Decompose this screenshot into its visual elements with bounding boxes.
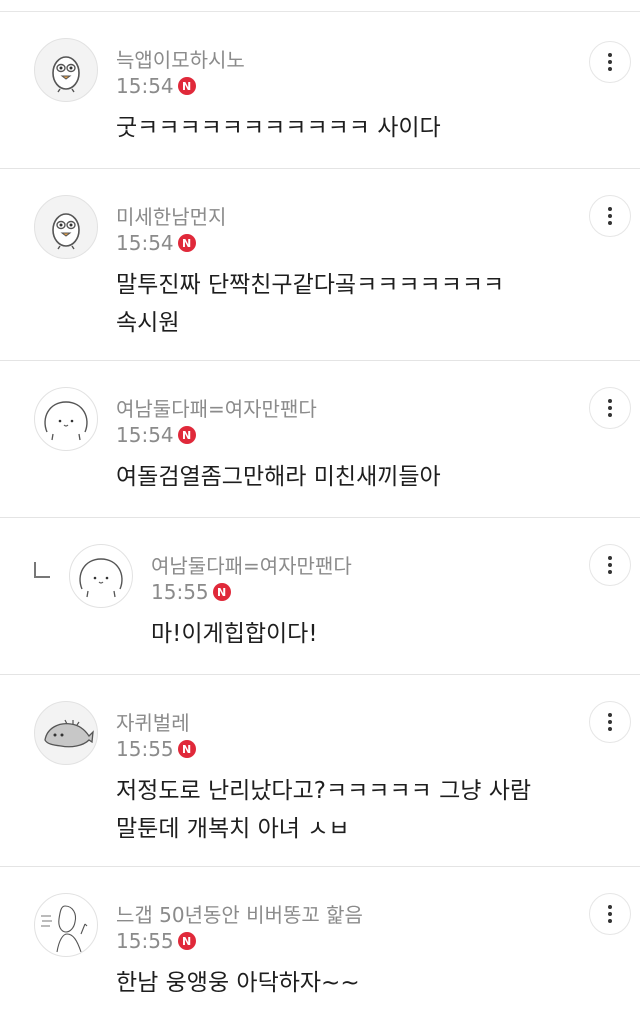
- sketch-avatar-icon: [41, 905, 88, 953]
- new-badge: N: [177, 740, 196, 758]
- more-vertical-icon: [608, 53, 612, 57]
- comment-text: 말투진짜 단짝친구같다곸ㅋㅋㅋㅋㅋㅋㅋ 속시원: [116, 266, 504, 342]
- comment-line: 저정도로 난리났다고?ㅋㅋㅋㅋㅋ 그냥 사람: [116, 778, 532, 804]
- more-vertical-icon: [608, 713, 612, 717]
- new-badge: N: [177, 77, 196, 95]
- comment-line: 말투진짜 단짝친구같다곸ㅋㅋㅋㅋㅋㅋㅋ: [116, 272, 505, 298]
- more-vertical-icon: [608, 905, 612, 909]
- comment-list: 늑앱이모하시노 15:54 N 굿ㅋㅋㅋㅋㅋㅋㅋㅋㅋㅋㅋ 사이다 미세한남먼지 …: [0, 0, 640, 1021]
- comment-time: 15:54: [116, 231, 174, 255]
- new-badge: N: [177, 426, 196, 444]
- comment-item: 여남둘다패=여자만팬다 15:54 N 여돌검열좀그만해라 미친새끼들아: [0, 361, 640, 518]
- comment-time: 15:54: [116, 74, 174, 98]
- comment-meta: 15:54 N: [116, 74, 196, 98]
- more-dot: [608, 570, 612, 574]
- more-options-button[interactable]: [589, 41, 631, 83]
- more-vertical-icon: [608, 556, 612, 560]
- comment-item: 미세한남먼지 15:54 N 말투진짜 단짝친구같다곸ㅋㅋㅋㅋㅋㅋㅋ 속시원: [0, 169, 640, 361]
- comment-text: 저정도로 난리났다고?ㅋㅋㅋㅋㅋ 그냥 사람 말툰데 개복치 아녀 ㅅㅂ: [116, 772, 531, 848]
- comment-line: 굿ㅋㅋㅋㅋㅋㅋㅋㅋㅋㅋㅋ 사이다: [116, 115, 441, 141]
- avatar[interactable]: [34, 893, 98, 957]
- more-dot: [608, 221, 612, 225]
- comment-nickname[interactable]: 느갭 50년동안 비버똥꼬 핥음: [116, 899, 363, 928]
- comment-meta: 15:55 N: [151, 580, 231, 604]
- comment-text: 굿ㅋㅋㅋㅋㅋㅋㅋㅋㅋㅋㅋ 사이다: [116, 109, 441, 147]
- new-badge: N: [177, 932, 196, 950]
- blob-avatar-icon: [79, 558, 123, 598]
- comment-line: 말툰데 개복치 아녀 ㅅㅂ: [116, 816, 350, 842]
- comment-nickname[interactable]: 여남둘다패=여자만팬다: [151, 550, 352, 579]
- new-badge: N: [177, 234, 196, 252]
- more-dot: [608, 919, 612, 923]
- avatar[interactable]: [34, 387, 98, 451]
- comment-time: 15:54: [116, 423, 174, 447]
- comment-line: 마!이게힙합이다!: [151, 621, 318, 647]
- comment-time: 15:55: [116, 737, 174, 761]
- reply-arrow-icon: [34, 562, 50, 578]
- comment-time: 15:55: [151, 580, 209, 604]
- comment-nickname[interactable]: 미세한남먼지: [116, 201, 226, 230]
- avatar[interactable]: [34, 701, 98, 765]
- more-options-button[interactable]: [589, 893, 631, 935]
- new-badge: N: [212, 583, 231, 601]
- fish-avatar-icon: [44, 719, 94, 748]
- avatar[interactable]: [34, 38, 98, 102]
- more-dot: [608, 413, 612, 417]
- comment-line: 속시원: [116, 310, 180, 336]
- comment-meta: 15:55 N: [116, 737, 196, 761]
- comment-item: 자퀴벌레 15:55 N 저정도로 난리났다고?ㅋㅋㅋㅋㅋ 그냥 사람 말툰데 …: [0, 675, 640, 867]
- more-dot: [608, 912, 612, 916]
- comment-nickname[interactable]: 늑앱이모하시노: [116, 44, 245, 73]
- comment-meta: 15:54 N: [116, 231, 196, 255]
- more-dot: [608, 406, 612, 410]
- more-dot: [608, 727, 612, 731]
- more-vertical-icon: [608, 399, 612, 403]
- more-vertical-icon: [608, 207, 612, 211]
- more-options-button[interactable]: [589, 544, 631, 586]
- comment-item: 느갭 50년동안 비버똥꼬 핥음 15:55 N 한남 웅앵웅 아닥하자~~: [0, 867, 640, 1021]
- comment-nickname[interactable]: 여남둘다패=여자만팬다: [116, 393, 317, 422]
- comment-text: 한남 웅앵웅 아닥하자~~: [116, 964, 360, 1002]
- blob-avatar-icon: [44, 401, 88, 441]
- comment-item: 늑앱이모하시노 15:54 N 굿ㅋㅋㅋㅋㅋㅋㅋㅋㅋㅋㅋ 사이다: [0, 12, 640, 169]
- bird-avatar-icon: [52, 56, 80, 93]
- avatar[interactable]: [69, 544, 133, 608]
- more-options-button[interactable]: [589, 387, 631, 429]
- more-dot: [608, 214, 612, 218]
- more-dot: [608, 720, 612, 724]
- comment-text: 마!이게힙합이다!: [151, 615, 318, 653]
- comment-nickname[interactable]: 자퀴벌레: [116, 707, 190, 736]
- more-dot: [608, 563, 612, 567]
- more-options-button[interactable]: [589, 195, 631, 237]
- more-dot: [608, 60, 612, 64]
- comment-meta: 15:55 N: [116, 929, 196, 953]
- comment-meta: 15:54 N: [116, 423, 196, 447]
- comment-line: 여돌검열좀그만해라 미친새끼들아: [116, 464, 441, 490]
- comment-time: 15:55: [116, 929, 174, 953]
- comment-text: 여돌검열좀그만해라 미친새끼들아: [116, 458, 441, 496]
- more-options-button[interactable]: [589, 701, 631, 743]
- more-dot: [608, 67, 612, 71]
- avatar[interactable]: [34, 195, 98, 259]
- bird-avatar-icon: [52, 213, 80, 250]
- reply-comment-item: 여남둘다패=여자만팬다 15:55 N 마!이게힙합이다!: [0, 518, 640, 675]
- comment-line: 한남 웅앵웅 아닥하자~~: [116, 970, 360, 996]
